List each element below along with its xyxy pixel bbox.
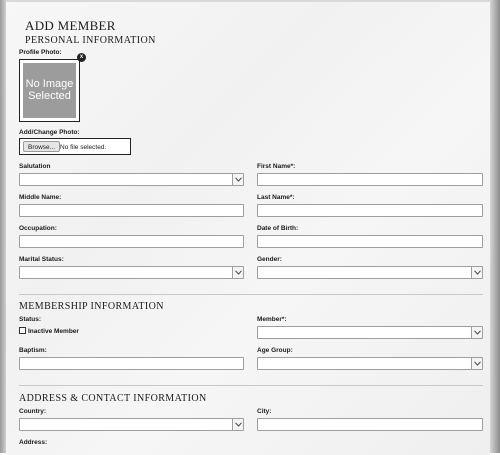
- middle-name-label: Middle Name:: [19, 194, 62, 201]
- age-group-value: [258, 366, 261, 373]
- inactive-member-checkbox[interactable]: [19, 327, 26, 334]
- baptism-label: Baptism:: [19, 347, 47, 354]
- personal-section-title: PERSONAL INFORMATION: [25, 35, 156, 46]
- address-section-title: ADDRESS & CONTACT INFORMATION: [19, 393, 207, 404]
- gender-select[interactable]: [257, 266, 483, 279]
- last-name-field[interactable]: [257, 204, 483, 217]
- address-label: Address:: [19, 439, 48, 446]
- file-status-text: No file selected.: [60, 144, 107, 151]
- member-label: Member*:: [257, 316, 287, 323]
- photo-file-input[interactable]: Browse... No file selected.: [19, 138, 131, 155]
- first-name-field[interactable]: [257, 173, 483, 186]
- member-select[interactable]: [257, 326, 483, 339]
- page-edge-right: [490, 0, 500, 453]
- section-divider: [19, 294, 483, 295]
- country-label: Country:: [19, 408, 47, 415]
- close-icon[interactable]: x: [77, 53, 86, 62]
- country-value: [20, 427, 23, 434]
- salutation-label: Salutation: [19, 163, 51, 170]
- last-name-label: Last Name*:: [257, 194, 295, 201]
- no-image-placeholder: No Image Selected: [23, 63, 76, 118]
- marital-status-label: Marital Status:: [19, 256, 64, 263]
- add-member-form: ADD MEMBER PERSONAL INFORMATION Profile …: [6, 0, 490, 455]
- profile-photo-frame[interactable]: No Image Selected: [19, 59, 80, 122]
- date-of-birth-label: Date of Birth:: [257, 225, 299, 232]
- no-image-text: No Image Selected: [25, 78, 74, 102]
- baptism-field[interactable]: [19, 357, 244, 370]
- country-select[interactable]: [19, 418, 244, 431]
- section-divider: [19, 385, 483, 386]
- occupation-label: Occupation:: [19, 225, 57, 232]
- marital-status-select[interactable]: [19, 266, 244, 279]
- baptism-value: [20, 366, 23, 373]
- middle-name-field[interactable]: [19, 204, 244, 217]
- date-of-birth-value: [258, 244, 261, 251]
- inactive-member-label: Inactive Member: [28, 328, 79, 335]
- chevron-down-icon: [471, 358, 482, 369]
- salutation-select[interactable]: [19, 173, 244, 186]
- status-label: Status:: [19, 316, 42, 323]
- occupation-field[interactable]: [19, 235, 244, 248]
- salutation-value: [20, 182, 23, 189]
- gender-label: Gender:: [257, 256, 282, 263]
- form-title: ADD MEMBER: [25, 18, 116, 33]
- member-value: [258, 335, 261, 342]
- middle-name-value: [20, 213, 23, 220]
- chevron-down-icon: [232, 419, 243, 430]
- chevron-down-icon: [232, 267, 243, 278]
- first-name-value: [258, 182, 261, 189]
- chevron-down-icon: [471, 327, 482, 338]
- date-of-birth-field[interactable]: [257, 235, 483, 248]
- last-name-value: [258, 213, 261, 220]
- marital-status-value: [20, 275, 23, 282]
- age-group-select[interactable]: [257, 357, 483, 370]
- city-label: City:: [257, 408, 272, 415]
- browse-button[interactable]: Browse...: [23, 141, 61, 152]
- chevron-down-icon: [471, 267, 482, 278]
- city-field[interactable]: [257, 418, 483, 431]
- membership-section-title: MEMBERSHIP INFORMATION: [19, 301, 164, 312]
- age-group-label: Age Group:: [257, 347, 293, 354]
- profile-photo-label: Profile Photo:: [19, 49, 62, 56]
- first-name-label: First Name*:: [257, 163, 296, 170]
- city-value: [258, 427, 261, 434]
- chevron-down-icon: [232, 174, 243, 185]
- gender-value: [258, 275, 261, 282]
- occupation-value: [20, 244, 23, 251]
- add-change-photo-label: Add/Change Photo:: [19, 129, 80, 136]
